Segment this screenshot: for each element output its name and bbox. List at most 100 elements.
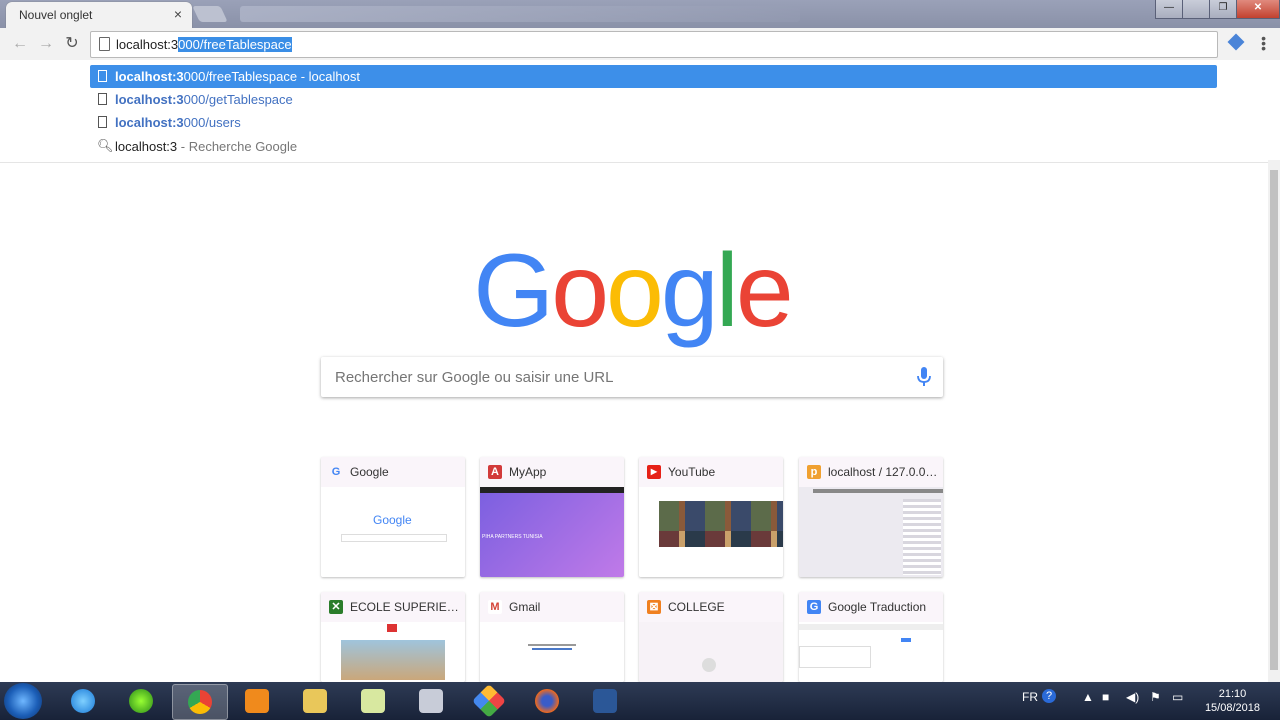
thumbnail-text: PIHA PARTNERS TUNISIA (482, 534, 543, 540)
internet-explorer-icon (71, 689, 95, 713)
logo-letter: G (473, 233, 554, 349)
taskbar-icq[interactable] (114, 684, 168, 718)
firefox-icon (535, 689, 559, 713)
tile-title: YouTube (668, 465, 716, 479)
google-logo: Google (0, 232, 1264, 351)
system-clock[interactable]: 21:10 15/08/2018 (1205, 687, 1260, 715)
menu-icon[interactable]: • • • (1261, 31, 1266, 55)
close-window-button[interactable]: ✕ (1236, 0, 1280, 19)
logo-letter: o (606, 233, 664, 349)
word-icon (593, 689, 617, 713)
address-text[interactable]: localhost:3000/freeTablespace (116, 37, 292, 52)
language-indicator[interactable]: FR (1022, 690, 1038, 704)
tile-thumbnail (321, 622, 465, 682)
thumbnail-search (341, 534, 447, 542)
scrollbar-thumb[interactable] (1270, 170, 1278, 670)
search-input[interactable] (333, 365, 897, 389)
suggestion-bold: localhost:3 (115, 115, 184, 130)
taskbar-git[interactable] (462, 684, 516, 718)
most-visited-tile[interactable]: ⊠ COLLEGE (639, 592, 783, 682)
search-icon: 🔍︎ (97, 138, 114, 153)
most-visited-tile[interactable]: ▶ YouTube (639, 457, 783, 577)
address-bar[interactable]: localhost:3000/freeTablespace (90, 31, 1218, 58)
omnibox-suggestions: localhost:3000/freeTablespace - localhos… (0, 60, 1280, 163)
xampp-icon: ⊠ (647, 600, 661, 614)
thumbnail-logo: Google (373, 513, 412, 527)
taskbar-firefox[interactable] (520, 684, 574, 718)
suggestion-item[interactable]: localhost:3000/freeTablespace - localhos… (90, 65, 1217, 88)
suggestion-item[interactable]: localhost:3000/getTablespace (90, 88, 1217, 111)
tab-title: Nouvel onglet (19, 8, 93, 22)
reload-icon[interactable]: ↻ (62, 34, 82, 54)
page-icon (98, 93, 107, 105)
browser-toolbar: ← → ↻ localhost:3000/freeTablespace • • • (0, 28, 1280, 60)
new-tab-button[interactable] (192, 6, 228, 22)
extension-icon[interactable] (1227, 33, 1245, 51)
most-visited-tile[interactable]: M Gmail (480, 592, 624, 682)
taskbar-word[interactable] (578, 684, 632, 718)
suggestion-item[interactable]: localhost:3000/users (90, 111, 1217, 134)
media-player-icon (245, 689, 269, 713)
most-visited-tile[interactable]: p localhost / 127.0.0.1 / cha... (799, 457, 943, 577)
forward-arrow-icon[interactable]: → (36, 34, 56, 54)
folder-icon (303, 689, 327, 713)
notepad-icon (361, 689, 385, 713)
logo-letter: o (551, 233, 609, 349)
most-visited-tile[interactable]: A MyApp PIHA PARTNERS TUNISIA (480, 457, 624, 577)
tab-new-tab[interactable]: Nouvel onglet × (6, 2, 192, 28)
suggestion-bold: localhost:3 (115, 69, 184, 84)
logo-letter: e (735, 233, 794, 349)
taskbar-explorer[interactable] (288, 684, 342, 718)
page-icon (98, 70, 107, 82)
help-icon[interactable]: ? (1042, 689, 1056, 703)
most-visited-tile[interactable]: ✕ ECOLE SUPERIEURE PRIVEE ... (321, 592, 465, 682)
most-visited-tile[interactable]: G Google Traduction (799, 592, 943, 682)
suggestion-item[interactable]: 🔍︎ localhost:3 - Recherche Google (90, 135, 1217, 158)
page-icon (98, 116, 107, 128)
suggestion-query: localhost:3 (115, 139, 178, 154)
background-tabs (240, 6, 800, 22)
taskbar-media[interactable] (230, 684, 284, 718)
tile-title: ECOLE SUPERIEURE PRIVEE ... (350, 600, 460, 614)
tile-thumbnail: Google (321, 487, 465, 577)
tile-title: Gmail (509, 600, 541, 614)
page-scrollbar[interactable] (1268, 160, 1280, 682)
usb-icon[interactable]: ■ (1102, 690, 1109, 704)
browser-titlebar: Nouvel onglet × — ❐ ✕ (0, 0, 1280, 28)
tile-thumbnail: PIHA PARTNERS TUNISIA (480, 487, 624, 577)
suggestion-rest: 000/freeTablespace (183, 69, 298, 84)
tab-close-icon[interactable]: × (174, 6, 182, 22)
gmail-icon: M (488, 600, 502, 614)
logo-letter: l (715, 233, 739, 349)
tile-thumbnail (480, 622, 624, 682)
address-selected-text: 000/freeTablespace (178, 37, 292, 52)
start-button[interactable] (4, 683, 42, 719)
logo-letter: g (660, 233, 719, 349)
most-visited-tile[interactable]: G Google Google (321, 457, 465, 577)
minimize-button[interactable]: — (1155, 0, 1183, 19)
tile-title: Google Traduction (828, 600, 927, 614)
restore-button[interactable]: ❐ (1209, 0, 1237, 19)
search-box[interactable] (321, 357, 943, 397)
show-hidden-icons-icon[interactable]: ▲ (1082, 690, 1094, 704)
taskbar-notepad[interactable] (346, 684, 400, 718)
tile-title: localhost / 127.0.0.1 / cha... (828, 465, 938, 479)
youtube-icon: ▶ (647, 465, 661, 479)
flag-icon[interactable]: ⚑ (1150, 690, 1161, 704)
microphone-icon[interactable] (917, 367, 931, 387)
tile-thumbnail (799, 622, 943, 682)
git-icon (472, 684, 506, 718)
back-arrow-icon[interactable]: ← (10, 34, 30, 54)
minimize-to-tray-button[interactable] (1182, 0, 1210, 19)
angular-icon: A (488, 465, 502, 479)
volume-icon[interactable]: ◀) (1126, 690, 1139, 704)
taskbar-chrome[interactable] (172, 684, 228, 720)
page-icon (99, 37, 110, 51)
taskbar-window[interactable] (404, 684, 458, 718)
windows-taskbar: FR ? ▲ ■ ◀) ⚑ ▭ 21:10 15/08/2018 (0, 682, 1280, 720)
network-icon[interactable]: ▭ (1172, 690, 1183, 704)
suggestion-rest: 000/users (183, 115, 241, 130)
taskbar-ie[interactable] (56, 684, 110, 718)
address-prefix: localhost:3 (116, 37, 179, 52)
tile-thumbnail (639, 622, 783, 682)
